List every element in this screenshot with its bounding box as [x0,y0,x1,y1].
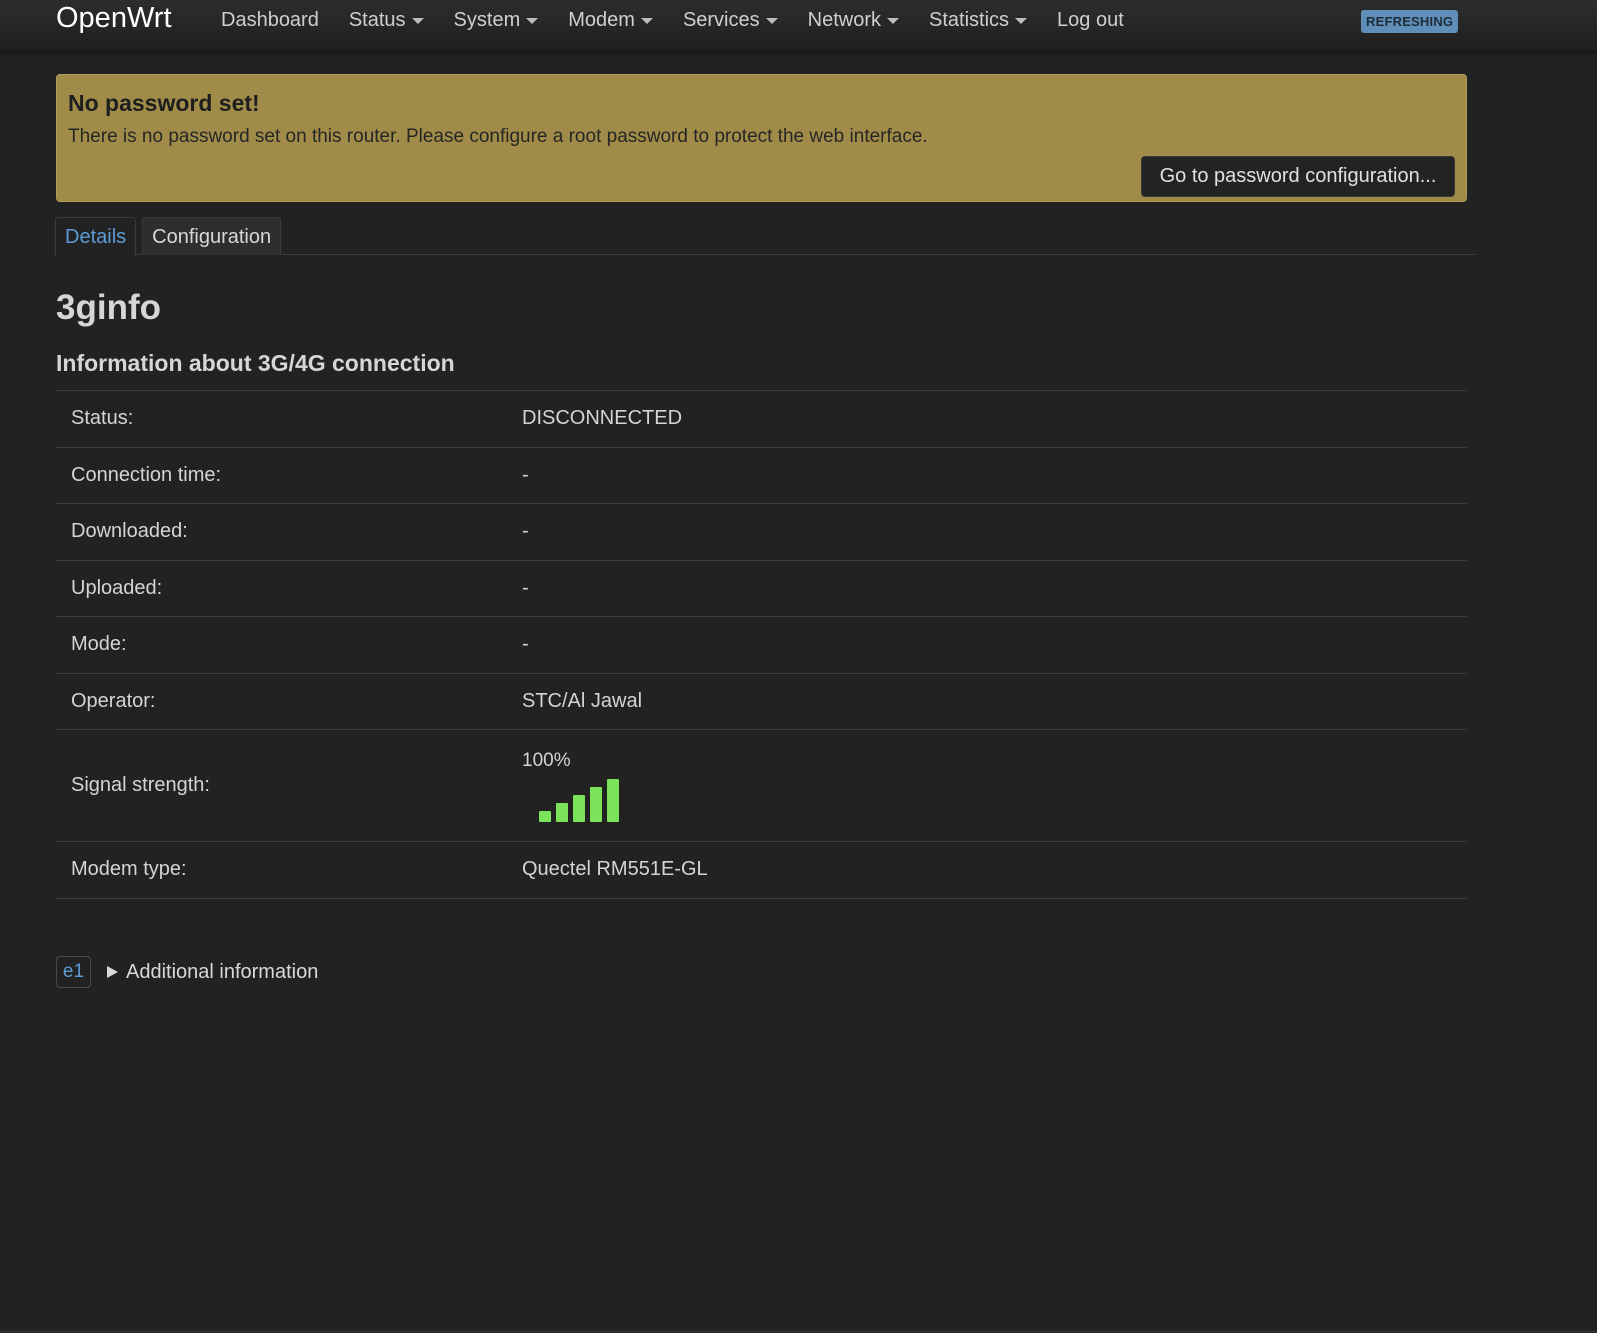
table-row-operator: Operator: STC/Al Jawal [56,674,1467,730]
caret-down-icon [887,18,899,24]
tab-configuration[interactable]: Configuration [142,217,282,255]
caret-down-icon [1015,18,1028,24]
nav-dashboard-label: Dashboard [221,9,319,31]
nav-services[interactable]: Services [668,8,793,32]
table-row-signal: Signal strength: 100% [56,730,1467,842]
nav-modem[interactable]: Modem [553,8,668,32]
triangle-right-icon [107,966,118,978]
connection-time-label: Connection time: [71,463,222,486]
uploaded-label: Uploaded: [71,576,163,599]
signal-value: 100% [522,750,624,822]
downloaded-label: Downloaded: [71,520,188,543]
additional-info-label: Additional information [126,960,319,983]
table-row-status: Status: DISCONNECTED [56,391,1467,448]
caret-down-icon [640,18,653,24]
caret-down-icon [411,18,424,24]
uploaded-value: - [522,576,529,599]
modem-type-value: Quectel RM551E-GL [522,858,708,881]
refreshing-badge[interactable]: REFRESHING [1361,10,1459,33]
status-value: DISCONNECTED [522,407,683,430]
nav-modem-label: Modem [568,9,635,31]
mode-value: - [522,633,529,656]
signal-bar [590,786,602,822]
nav-logout[interactable]: Log out [1042,8,1139,32]
signal-bar [573,794,585,822]
nav-statistics-label: Statistics [929,9,1010,31]
alert-title: No password set! [68,90,260,116]
nav-system-label: System [453,9,521,31]
nav-dashboard[interactable]: Dashboard [206,8,334,32]
section-title: Information about 3G/4G connection [56,350,455,376]
alert-text: There is no password set on this router.… [68,126,928,147]
signal-bars-icon [539,778,624,822]
signal-label: Signal strength: [71,774,210,796]
table-row-uploaded: Uploaded: - [56,561,1467,617]
nav-network[interactable]: Network [793,8,914,32]
caret-down-icon [765,18,778,24]
mode-label: Mode: [71,633,127,656]
table-row-downloaded: Downloaded: - [56,504,1467,561]
downloaded-value: - [522,520,529,543]
table-row-mode: Mode: - [56,617,1467,674]
signal-bar [556,802,568,822]
password-config-button[interactable]: Go to password configuration... [1141,156,1455,197]
status-label: Status: [71,407,134,430]
interface-badge: e1 [56,956,91,988]
caret-down-icon [526,18,539,24]
nav-logout-label: Log out [1057,9,1124,31]
tab-details[interactable]: Details [55,217,137,256]
nav-system[interactable]: System [439,8,554,32]
signal-bar [607,778,619,822]
brand-logo[interactable]: OpenWrt [56,1,172,35]
table-row-connection-time: Connection time: - [56,448,1467,504]
table-row-modem-type: Modem type: Quectel RM551E-GL [56,842,1467,899]
additional-info-toggle[interactable]: Additional information [107,956,318,988]
nav-network-label: Network [807,9,881,31]
no-password-alert: No password set! There is no password se… [56,74,1467,202]
page-title: 3ginfo [56,288,161,327]
operator-value: STC/Al Jawal [522,689,643,712]
main-nav: Dashboard Status System Modem Services N… [206,8,1139,32]
operator-label: Operator: [71,689,156,712]
connection-time-value: - [522,463,529,486]
nav-status[interactable]: Status [334,8,439,32]
nav-services-label: Services [682,9,760,31]
connection-info-table: Status: DISCONNECTED Connection time: - … [56,390,1467,899]
top-navbar: OpenWrt Dashboard Status System Modem Se… [0,0,1597,52]
signal-percent: 100% [522,749,571,771]
nav-statistics[interactable]: Statistics [914,8,1042,32]
nav-status-label: Status [348,9,406,31]
modem-type-label: Modem type: [71,858,187,881]
tab-bar: Details Configuration [55,217,1476,256]
signal-bar [539,810,551,822]
